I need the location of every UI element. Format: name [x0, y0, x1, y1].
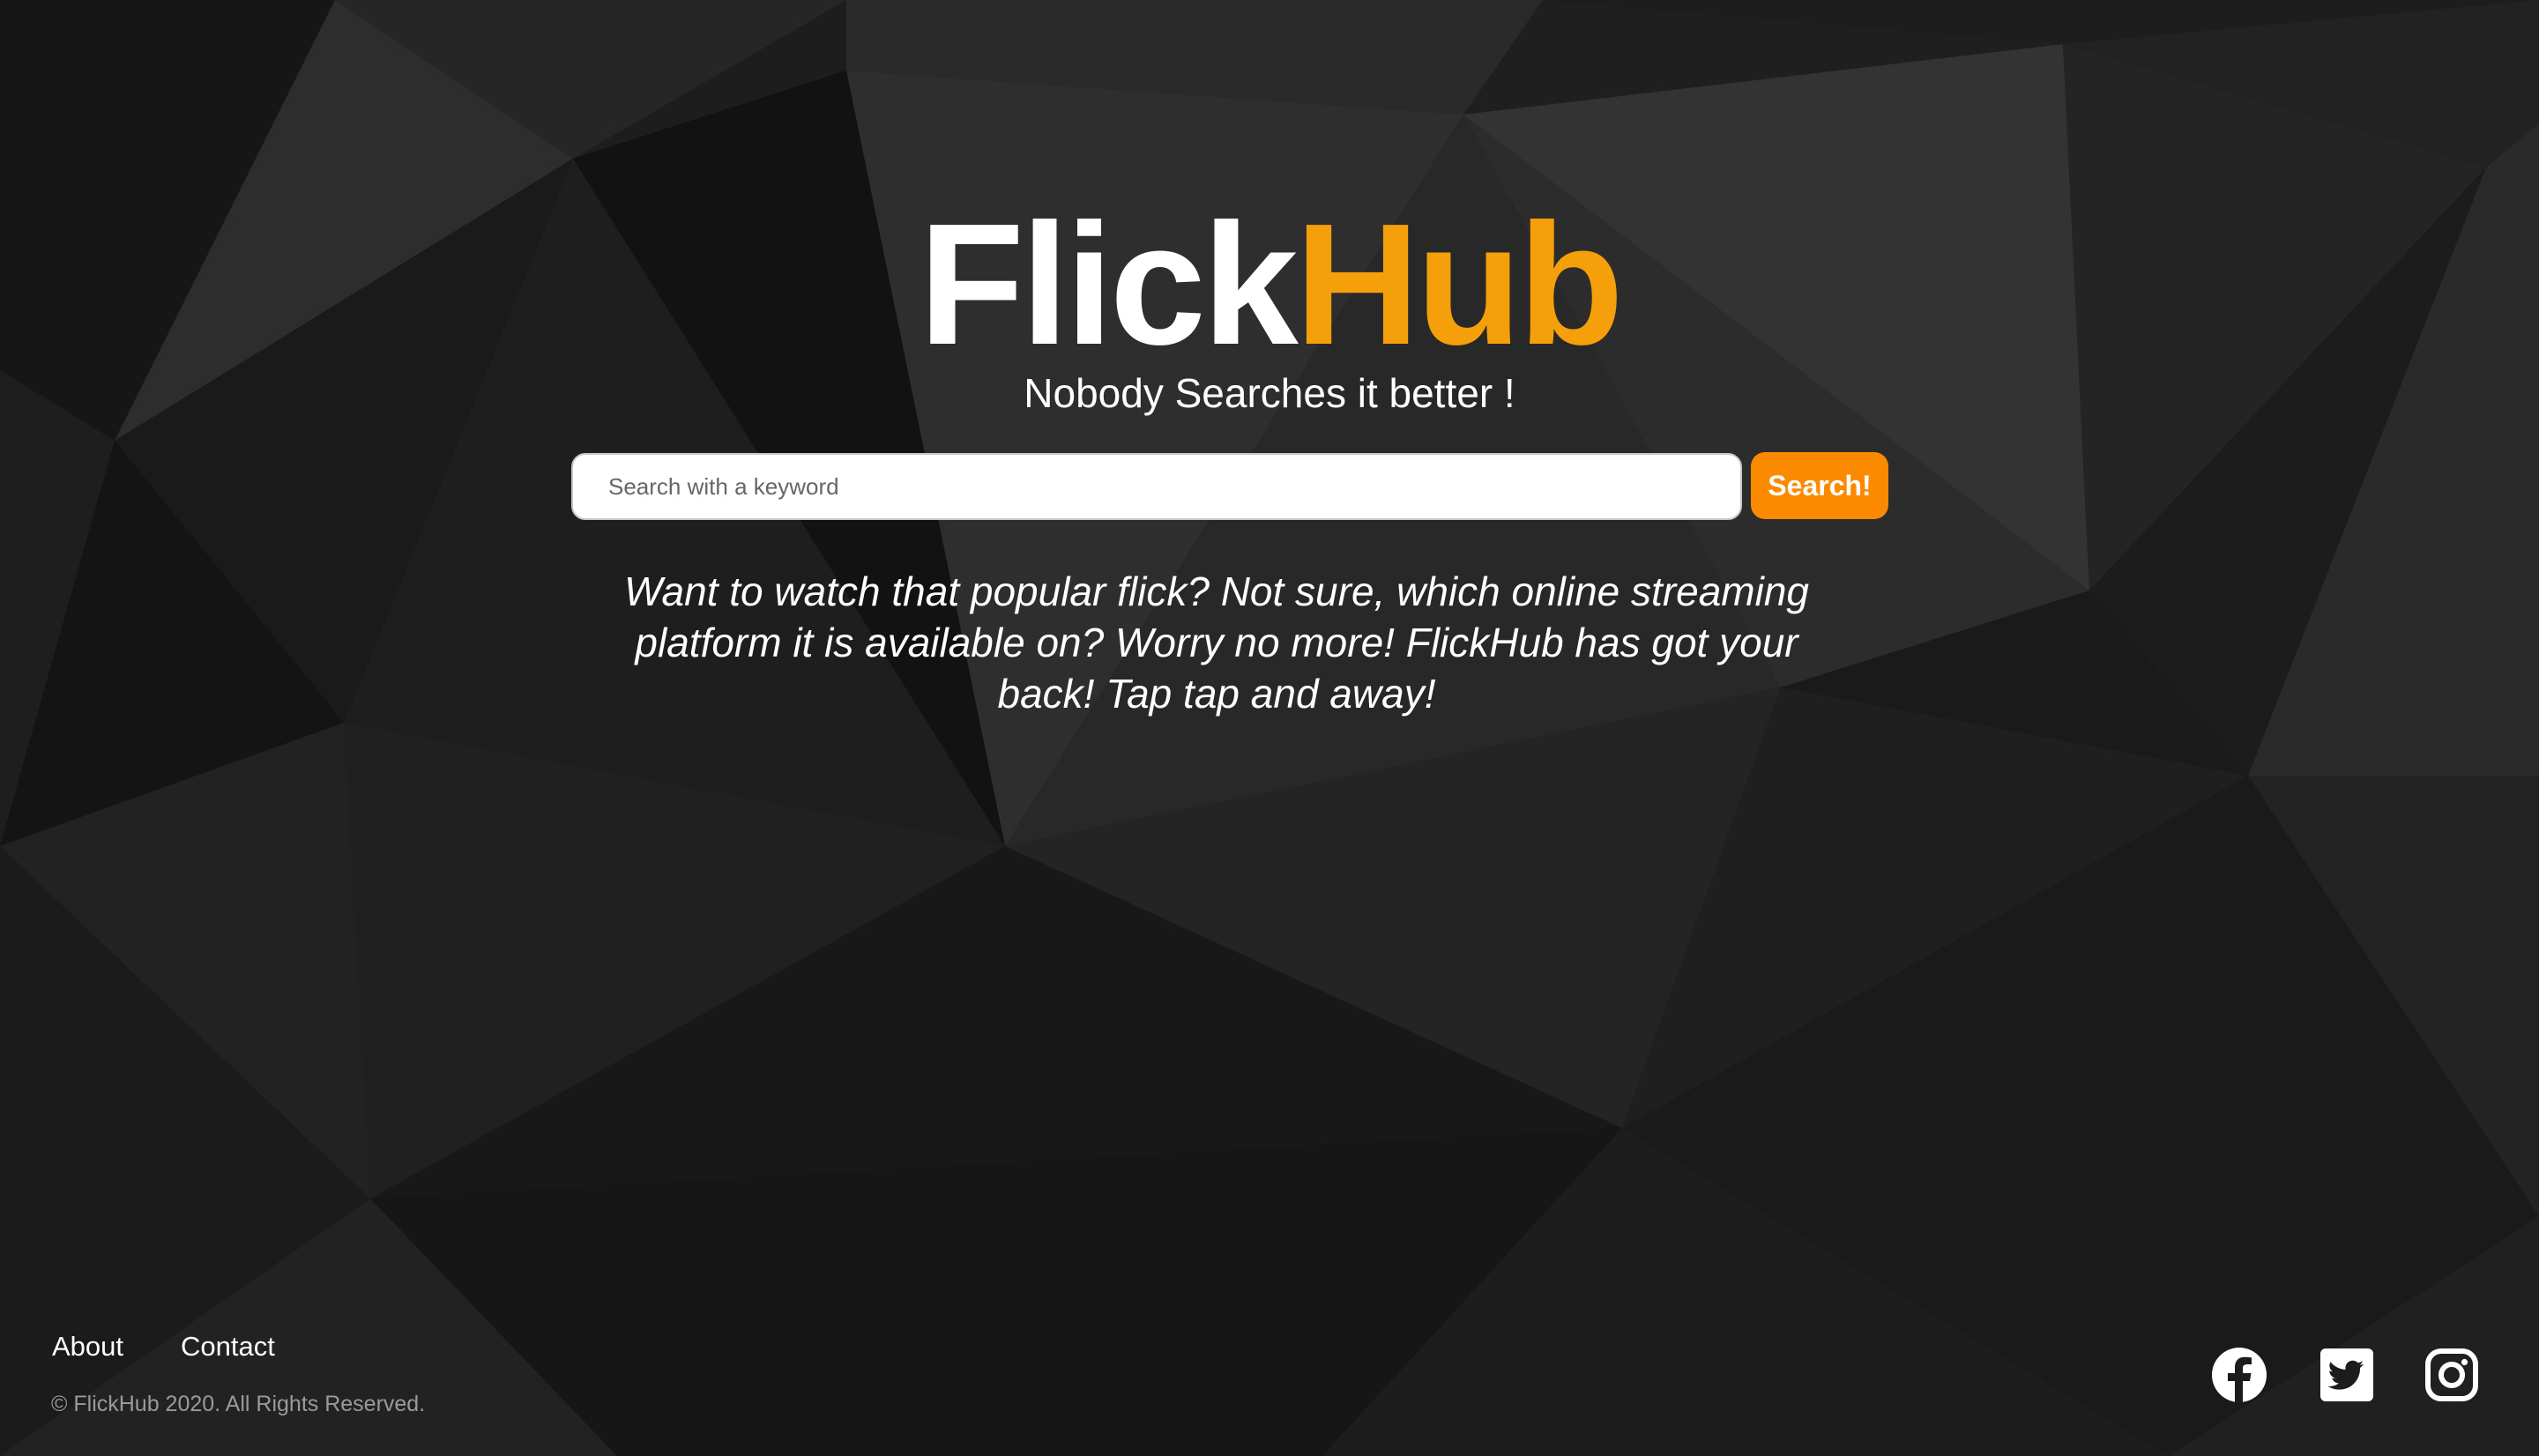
- instagram-link[interactable]: [2424, 1347, 2480, 1403]
- site-logo: FlickHub: [0, 192, 2539, 377]
- facebook-link[interactable]: [2211, 1347, 2267, 1403]
- footer-link-about[interactable]: About: [52, 1329, 123, 1364]
- footer-link-contact[interactable]: Contact: [181, 1329, 275, 1364]
- page: FlickHub Nobody Searches it better ! Sea…: [0, 0, 2539, 1456]
- facebook-icon: [2212, 1348, 2267, 1403]
- twitter-icon: [2320, 1348, 2373, 1401]
- tagline: Nobody Searches it better !: [1024, 370, 1515, 416]
- copyright-text: © FlickHub 2020. All Rights Reserved.: [51, 1392, 426, 1416]
- search-input[interactable]: [571, 453, 1742, 520]
- logo-text-flick: Flick: [919, 188, 1299, 381]
- search-button[interactable]: Search!: [1751, 452, 1888, 519]
- site-description: Want to watch that popular flick? Not su…: [623, 568, 1810, 717]
- logo-text-hub: Hub: [1294, 188, 1624, 381]
- instagram-icon: [2425, 1348, 2478, 1401]
- twitter-link[interactable]: [2319, 1347, 2375, 1403]
